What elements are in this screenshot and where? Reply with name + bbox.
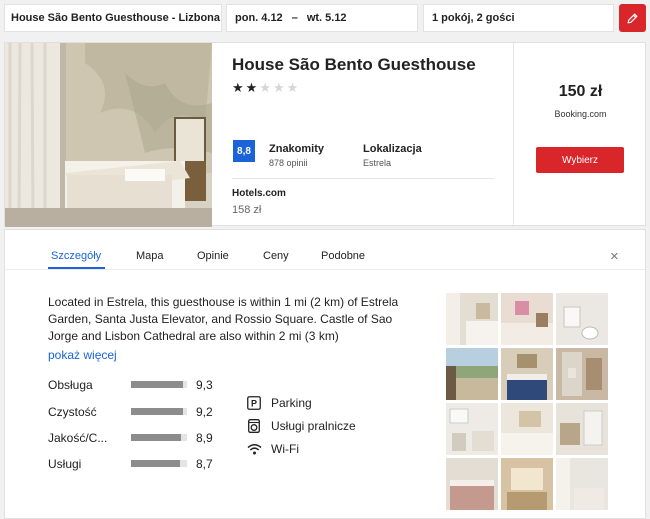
star-filled-icon: ★ [232, 80, 244, 95]
rating-label: Usługi [48, 457, 82, 471]
search-bar: House São Bento Guesthouse - Lizbona pon… [0, 0, 650, 36]
rating-bar-fill [131, 434, 181, 441]
rating-value: 8,9 [196, 431, 213, 445]
rating-value: 9,2 [196, 405, 213, 419]
gallery-photo[interactable] [446, 403, 498, 455]
wifi-icon [246, 441, 262, 457]
guests-field[interactable]: 1 pokój, 2 gości [423, 4, 614, 32]
rating-label: Czystość [48, 405, 97, 419]
gallery-photo[interactable] [556, 458, 608, 510]
close-icon[interactable]: × [610, 249, 619, 264]
rating-bar-fill [131, 408, 183, 415]
destination-field[interactable]: House São Bento Guesthouse - Lizbona [4, 4, 222, 32]
rating-bar [131, 434, 187, 441]
amenity-label: Parking [271, 396, 312, 410]
rating-row: Usługi 8,7 [48, 457, 248, 477]
rating-bar [131, 460, 187, 467]
details-tabs: Szczegóły Mapa Opinie Ceny Podobne × [5, 230, 645, 270]
rating-bar [131, 381, 187, 388]
details-panel: Szczegóły Mapa Opinie Ceny Podobne × Loc… [4, 229, 646, 519]
laundry-icon [246, 418, 262, 434]
rating-label: Obsługa [48, 378, 93, 392]
alt-provider-price[interactable]: 158 zł [232, 204, 261, 216]
rating-label: Jakość/C... [48, 431, 108, 445]
check-out-date: wt. 5.12 [306, 12, 347, 24]
tab-details[interactable]: Szczegóły [51, 250, 101, 262]
gallery-photo[interactable] [556, 293, 608, 345]
hotel-photo[interactable] [5, 43, 212, 227]
star-empty-icon: ★ [286, 80, 299, 95]
parking-icon: P [246, 395, 262, 411]
star-empty-icon: ★ [259, 80, 271, 95]
rating-row: Czystość 9,2 [48, 405, 248, 425]
select-deal-button[interactable]: Wybierz [536, 147, 624, 173]
rating-row: Jakość/C... 8,9 [48, 431, 248, 451]
tab-reviews[interactable]: Opinie [197, 250, 229, 262]
active-tab-indicator [48, 267, 105, 269]
edit-search-button[interactable] [619, 4, 646, 32]
divider [232, 178, 494, 179]
rating-bar [131, 408, 187, 415]
pencil-icon [627, 13, 638, 23]
hotel-description: Located in Estrela, this guesthouse is w… [48, 295, 399, 343]
best-price: 150 zł [558, 83, 603, 100]
hotel-card: House São Bento Guesthouse ★ ★ ★ ★ ★ 8,8 Zna… [4, 42, 646, 227]
star-rating: ★ ★ ★ ★ ★ [232, 81, 298, 94]
gallery-photo[interactable] [501, 348, 553, 400]
price-column: 150 zł Booking.com Wybierz [513, 43, 646, 227]
tab-map[interactable]: Mapa [136, 250, 164, 262]
date-separator: – [291, 12, 298, 24]
gallery-photo[interactable] [446, 348, 498, 400]
rating-row: Obsługa 9,3 [48, 378, 248, 398]
svg-text:P: P [251, 399, 257, 409]
alt-provider-name[interactable]: Hotels.com [232, 188, 286, 199]
star-filled-icon: ★ [245, 80, 258, 95]
best-price-provider: Booking.com [554, 109, 607, 119]
amenity-item: Usługi pralnicze [246, 416, 416, 436]
gallery-photo[interactable] [556, 403, 608, 455]
check-in-date: pon. 4.12 [235, 12, 283, 24]
review-count: 878 opinii [269, 158, 308, 168]
location-value: Estrela [363, 158, 392, 168]
tab-similar[interactable]: Podobne [321, 250, 365, 262]
destination-value: House São Bento Guesthouse - Lizbona [11, 12, 221, 24]
gallery-photo[interactable] [501, 403, 553, 455]
review-score-label: Znakomity [269, 143, 325, 155]
hotel-info: House São Bento Guesthouse ★ ★ ★ ★ ★ 8,8 Zna… [213, 43, 513, 227]
guests-value: 1 pokój, 2 gości [432, 12, 515, 24]
gallery-photo[interactable] [556, 348, 608, 400]
rating-bar-fill [131, 381, 184, 388]
amenity-item: Wi-Fi [246, 439, 416, 459]
review-score-badge: 8,8 [233, 140, 255, 162]
gallery-photo[interactable] [501, 458, 553, 510]
amenity-label: Wi-Fi [271, 442, 299, 456]
amenity-label: Usługi pralnicze [271, 419, 356, 433]
dates-field[interactable]: pon. 4.12 – wt. 5.12 [226, 4, 418, 32]
rating-value: 8,7 [196, 457, 213, 471]
rating-bar-fill [131, 460, 180, 467]
gallery-photo[interactable] [446, 293, 498, 345]
location-label: Lokalizacja [363, 143, 422, 155]
gallery-photo[interactable] [501, 293, 553, 345]
hotel-photo-image [5, 43, 212, 227]
rating-value: 9,3 [196, 378, 213, 392]
tab-prices[interactable]: Ceny [263, 250, 289, 262]
show-more-link[interactable]: pokaż więcej [48, 348, 117, 362]
amenity-item: P Parking [246, 393, 416, 413]
hotel-name[interactable]: House São Bento Guesthouse [232, 55, 476, 75]
star-empty-icon: ★ [272, 80, 285, 95]
gallery-photo[interactable] [446, 458, 498, 510]
